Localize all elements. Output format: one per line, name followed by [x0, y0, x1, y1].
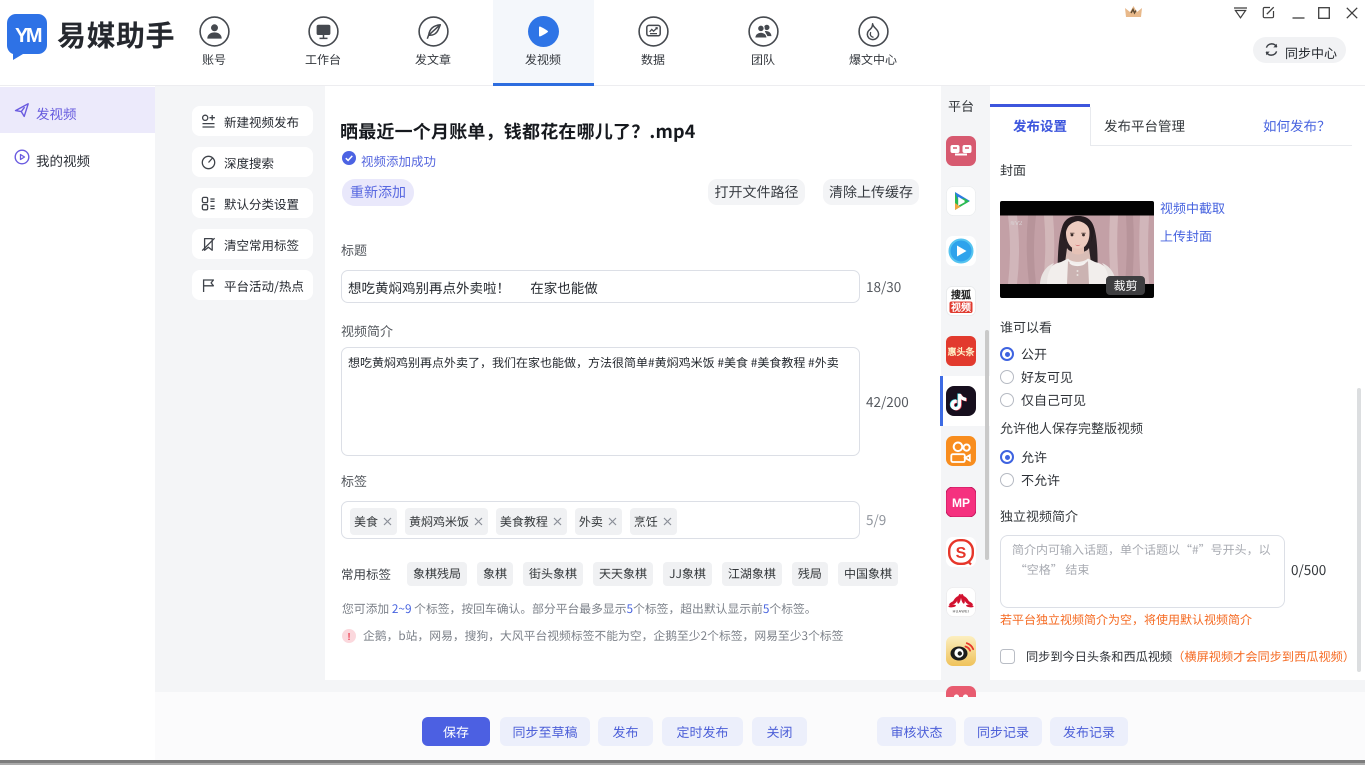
- svg-text:≋V2: ≋V2: [1010, 221, 1023, 227]
- svg-text:视频: 视频: [951, 299, 971, 314]
- svg-text:S: S: [956, 545, 967, 562]
- svg-text:MP: MP: [952, 496, 970, 510]
- svg-text:惠头条: 惠头条: [947, 345, 975, 358]
- svg-text:YM: YM: [15, 25, 42, 47]
- svg-text:HUAWEI: HUAWEI: [953, 610, 970, 614]
